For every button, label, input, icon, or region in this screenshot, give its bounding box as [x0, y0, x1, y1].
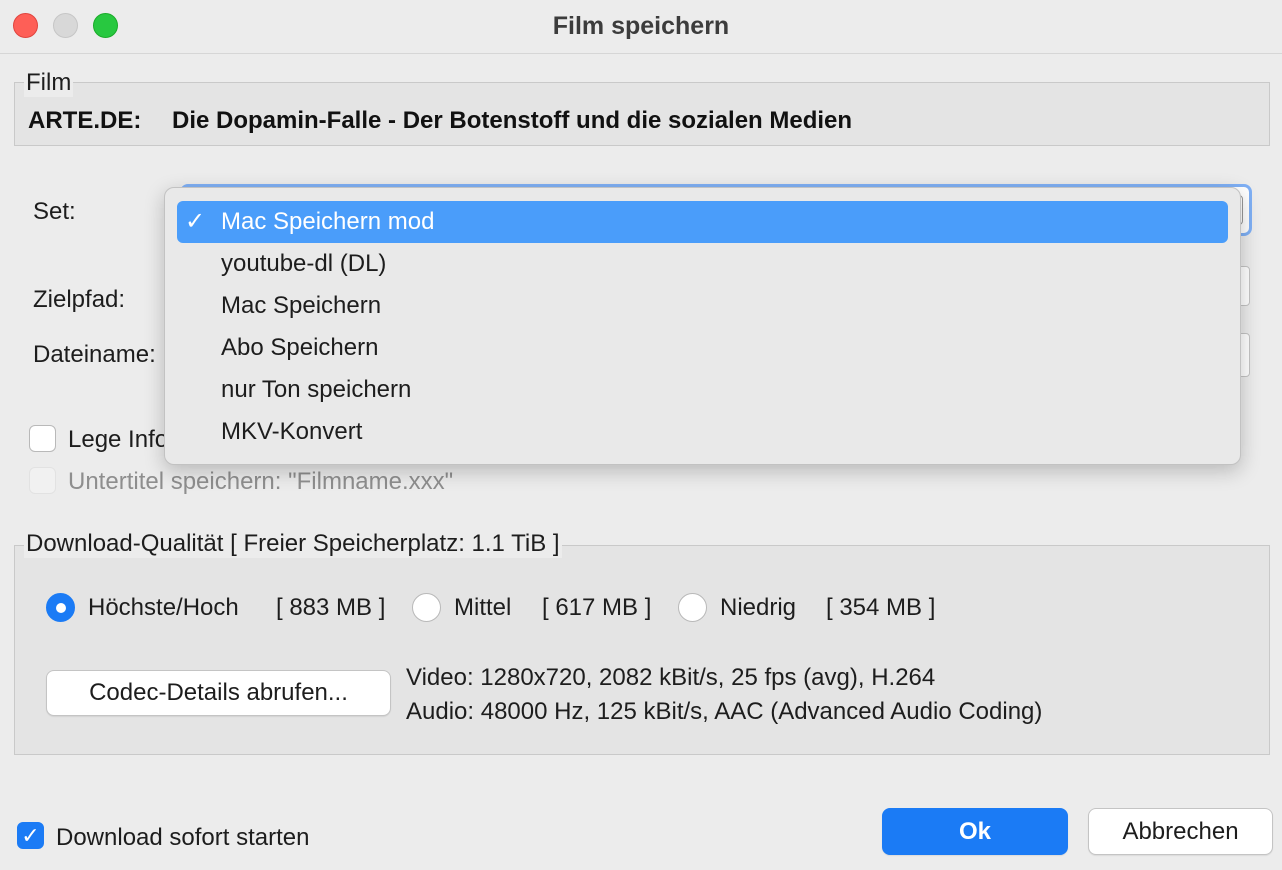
film-title-line: ARTE.DE: Die Dopamin-Falle - Der Botensto… [28, 107, 852, 135]
set-option-mac-speichern-mod[interactable]: ✓ Mac Speichern mod [177, 201, 1228, 243]
video-info: Video: 1280x720, 2082 kBit/s, 25 fps (av… [406, 664, 936, 691]
film-name: Die Dopamin-Falle - Der Botenstoff und d… [172, 107, 853, 134]
set-option-youtube-dl[interactable]: youtube-dl (DL) [177, 243, 1228, 285]
film-station: ARTE.DE: [28, 107, 142, 134]
set-option-label: youtube-dl (DL) [221, 250, 387, 277]
set-option-label: Abo Speichern [221, 334, 379, 361]
save-film-dialog: Film speichern Film ARTE.DE: Die Dopamin-… [0, 0, 1282, 870]
path-label: Zielpfad: [33, 286, 126, 313]
info-file-checkbox[interactable] [29, 425, 56, 452]
info-file-label: Lege Info [68, 426, 169, 453]
quality-medium-radio[interactable] [412, 593, 441, 622]
audio-info: Audio: 48000 Hz, 125 kBit/s, AAC (Advanc… [406, 698, 1043, 725]
titlebar: Film speichern [0, 0, 1282, 54]
checkmark-icon: ✓ [185, 208, 206, 235]
set-option-mkv-konvert[interactable]: MKV-Konvert [177, 411, 1228, 453]
quality-low-radio[interactable] [678, 593, 707, 622]
quality-high-size: [ 883 MB ] [276, 594, 386, 621]
set-option-label: MKV-Konvert [221, 418, 363, 445]
cancel-button[interactable]: Abbrechen [1088, 808, 1273, 855]
quality-high-radio[interactable] [46, 593, 75, 622]
codec-details-button[interactable]: Codec-Details abrufen... [46, 670, 391, 716]
start-download-checkbox[interactable]: ✓ [17, 822, 44, 849]
set-option-abo-speichern[interactable]: Abo Speichern [177, 327, 1228, 369]
ok-button[interactable]: Ok [882, 808, 1068, 855]
set-option-nur-ton[interactable]: nur Ton speichern [177, 369, 1228, 411]
subtitle-label: Untertitel speichern: "Filmname.xxx" [68, 468, 454, 495]
set-option-label: Mac Speichern mod [221, 208, 435, 235]
quality-medium-label: Mittel [454, 594, 512, 621]
quality-low-size: [ 354 MB ] [826, 594, 936, 621]
set-option-label: nur Ton speichern [221, 376, 412, 403]
set-label: Set: [33, 198, 76, 225]
quality-low-label: Niedrig [720, 594, 797, 621]
filename-label: Dateiname: [33, 341, 156, 368]
start-download-label: Download sofort starten [56, 824, 310, 851]
set-dropdown-menu: ✓ Mac Speichern mod youtube-dl (DL) Mac … [164, 187, 1241, 465]
checkmark-icon: ✓ [21, 823, 40, 848]
quality-group-legend: Download-Qualität [ Freier Speicherplatz… [24, 530, 562, 558]
quality-high-label: Höchste/Hoch [88, 594, 239, 621]
quality-medium-size: [ 617 MB ] [542, 594, 652, 621]
window-title: Film speichern [552, 12, 730, 40]
film-group-legend: Film [24, 69, 74, 97]
subtitle-checkbox[interactable] [29, 467, 56, 494]
set-option-mac-speichern[interactable]: Mac Speichern [177, 285, 1228, 327]
set-option-label: Mac Speichern [221, 292, 382, 319]
